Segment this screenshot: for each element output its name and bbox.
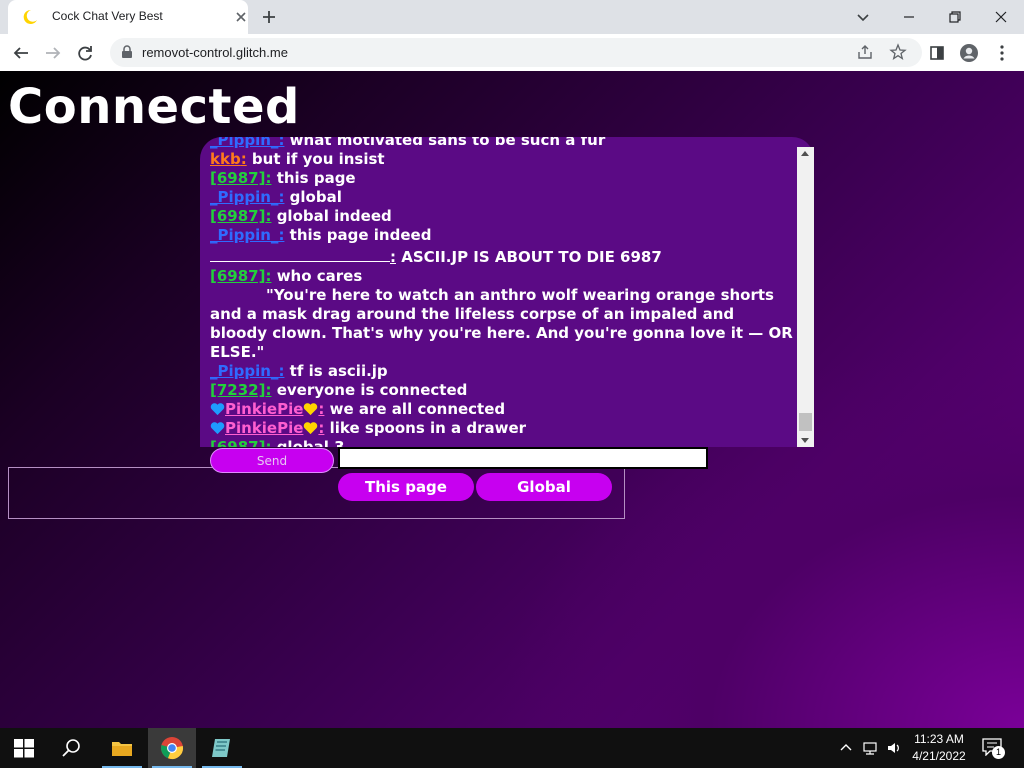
message-username[interactable]: _Pippin_ bbox=[210, 226, 278, 244]
message-text: ASCII.JP IS ABOUT TO DIE 6987 bbox=[396, 248, 662, 266]
message-username[interactable] bbox=[210, 245, 390, 262]
notification-center-button[interactable]: 1 bbox=[982, 738, 1005, 759]
message-username[interactable]: _Pippin_ bbox=[210, 362, 278, 380]
share-icon[interactable] bbox=[856, 43, 874, 61]
tab-title: Cock Chat Very Best bbox=[52, 9, 163, 23]
message-text: global indeed bbox=[271, 207, 392, 225]
chat-message: _Pippin_: this page indeed bbox=[210, 226, 794, 245]
tray-chevron-up-icon[interactable] bbox=[838, 740, 854, 756]
message-text: who cares bbox=[271, 267, 363, 285]
restore-icon[interactable] bbox=[944, 6, 966, 28]
windows-taskbar: 11:23 AM 4/21/2022 1 bbox=[0, 728, 1024, 768]
yellow-heart-icon bbox=[304, 403, 318, 416]
tab-search-chevron-icon[interactable] bbox=[852, 6, 874, 28]
chrome-taskbar-item[interactable] bbox=[148, 728, 196, 768]
start-button[interactable] bbox=[0, 728, 48, 768]
system-clock[interactable]: 11:23 AM 4/21/2022 bbox=[904, 731, 974, 765]
browser-tab-bar: Cock Chat Very Best bbox=[0, 0, 1024, 34]
bookmark-star-icon[interactable] bbox=[889, 43, 907, 61]
chat-message: : ASCII.JP IS ABOUT TO DIE 6987 bbox=[210, 245, 794, 267]
message-text: tf is ascii.jp bbox=[284, 362, 388, 380]
close-window-icon[interactable] bbox=[990, 6, 1012, 28]
chat-message: _Pippin_: global bbox=[210, 188, 794, 207]
message-username[interactable]: [7232] bbox=[210, 381, 265, 399]
message-text: we are all connected bbox=[324, 400, 506, 418]
volume-icon[interactable] bbox=[886, 740, 902, 756]
chat-message: [6987]: this page bbox=[210, 169, 794, 188]
file-explorer-taskbar-item[interactable] bbox=[98, 728, 146, 768]
message-text: "You're here to watch an anthro wolf wea… bbox=[210, 286, 793, 361]
app-taskbar-item[interactable] bbox=[198, 728, 246, 768]
message-list: _Pippin_: what motivated sans to be such… bbox=[210, 137, 794, 447]
chat-message: "You're here to watch an anthro wolf wea… bbox=[210, 286, 794, 362]
network-icon[interactable] bbox=[862, 740, 878, 756]
message-username[interactable]: PinkiePie bbox=[225, 400, 303, 418]
chat-message: [6987]: who cares bbox=[210, 267, 794, 286]
global-button[interactable]: Global bbox=[476, 473, 612, 501]
chat-message: PinkiePie: like spoons in a drawer bbox=[210, 419, 794, 438]
scroll-up-arrow-icon[interactable] bbox=[801, 151, 809, 156]
chat-message: _Pippin_: what motivated sans to be such… bbox=[210, 137, 794, 150]
message-username[interactable]: [6987] bbox=[210, 207, 265, 225]
message-username[interactable]: PinkiePie bbox=[225, 419, 303, 437]
reload-icon[interactable] bbox=[74, 42, 96, 64]
page-title: Connected bbox=[8, 79, 300, 135]
send-button[interactable]: Send bbox=[210, 448, 334, 473]
chat-log[interactable]: _Pippin_: what motivated sans to be such… bbox=[200, 137, 814, 447]
message-username[interactable]: [6987] bbox=[210, 267, 265, 285]
chat-message: [6987]: global indeed bbox=[210, 207, 794, 226]
message-username[interactable]: kkb bbox=[210, 150, 241, 168]
chat-message: _Pippin_: tf is ascii.jp bbox=[210, 362, 794, 381]
notebook-app-icon bbox=[212, 739, 230, 757]
message-text: this page bbox=[271, 169, 356, 187]
url-text: removot-control.glitch.me bbox=[142, 45, 288, 60]
message-text: but if you insist bbox=[246, 150, 385, 168]
menu-dots-icon[interactable] bbox=[991, 42, 1013, 64]
chrome-icon bbox=[161, 737, 183, 760]
message-text: everyone is connected bbox=[271, 381, 468, 399]
windows-logo-icon bbox=[14, 739, 34, 758]
browser-tab[interactable]: Cock Chat Very Best bbox=[8, 0, 248, 34]
scroll-thumb[interactable] bbox=[799, 413, 812, 431]
blue-heart-icon bbox=[210, 422, 225, 435]
message-username[interactable]: _Pippin_ bbox=[210, 137, 278, 149]
close-tab-icon[interactable] bbox=[232, 8, 250, 26]
chat-message: [7232]: everyone is connected bbox=[210, 381, 794, 400]
minimize-icon[interactable] bbox=[898, 6, 920, 28]
chat-message: [6987]: global 3 bbox=[210, 438, 794, 447]
back-arrow-icon[interactable] bbox=[10, 42, 32, 64]
new-tab-icon[interactable] bbox=[258, 6, 280, 28]
notification-count-badge: 1 bbox=[992, 746, 1005, 759]
profile-avatar-icon[interactable] bbox=[958, 42, 980, 64]
search-icon bbox=[62, 739, 80, 757]
address-bar[interactable]: removot-control.glitch.me bbox=[110, 38, 922, 67]
this-page-button[interactable]: This page bbox=[338, 473, 474, 501]
message-text: global 3 bbox=[271, 438, 345, 447]
page-content: Connected _Pippin_: what motivated sans … bbox=[0, 71, 1024, 728]
message-text: this page indeed bbox=[284, 226, 432, 244]
message-text: what motivated sans to be such a fur bbox=[284, 137, 606, 149]
lock-icon[interactable] bbox=[120, 45, 134, 59]
search-button[interactable] bbox=[48, 728, 96, 768]
blue-heart-icon bbox=[210, 403, 225, 416]
chat-message: PinkiePie: we are all connected bbox=[210, 400, 794, 419]
side-panel-icon[interactable] bbox=[926, 42, 948, 64]
scroll-down-arrow-icon[interactable] bbox=[801, 438, 809, 443]
browser-toolbar: removot-control.glitch.me bbox=[0, 34, 1024, 72]
message-text: global bbox=[284, 188, 342, 206]
moon-icon bbox=[23, 9, 37, 24]
message-text: like spoons in a drawer bbox=[324, 419, 527, 437]
clock-time: 11:23 AM bbox=[914, 732, 964, 746]
yellow-heart-icon bbox=[304, 422, 318, 435]
message-username[interactable]: [6987] bbox=[210, 169, 265, 187]
clock-date: 4/21/2022 bbox=[912, 749, 966, 763]
forward-arrow-icon[interactable] bbox=[42, 42, 64, 64]
message-input[interactable] bbox=[338, 447, 708, 469]
message-username[interactable]: [6987] bbox=[210, 438, 265, 447]
chat-message: kkb: but if you insist bbox=[210, 150, 794, 169]
message-username[interactable]: _Pippin_ bbox=[210, 188, 278, 206]
folder-icon bbox=[112, 742, 132, 756]
chat-scrollbar[interactable] bbox=[797, 147, 814, 447]
